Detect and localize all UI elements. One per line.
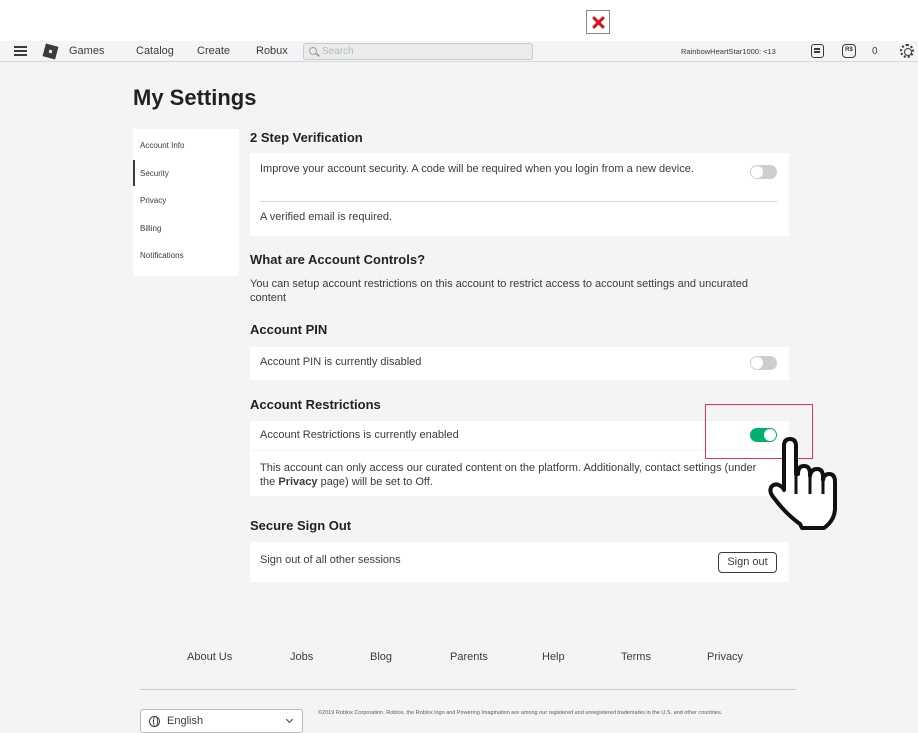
- info-text-after: page) will be set to Off.: [317, 476, 433, 488]
- account-controls-title: What are Account Controls?: [250, 252, 426, 267]
- divider: [260, 201, 777, 202]
- globe-icon: [149, 716, 160, 727]
- two-step-toggle[interactable]: [750, 165, 777, 179]
- chevron-down-icon: [285, 715, 294, 724]
- sidenav-active-indicator: [133, 160, 135, 186]
- account-restrictions-title: Account Restrictions: [250, 397, 381, 412]
- username[interactable]: RainbowHeartStar1000: <13: [681, 47, 776, 56]
- account-controls-description: You can setup account restrictions on th…: [250, 278, 748, 304]
- menu-icon[interactable]: [14, 46, 27, 56]
- secure-signout-title: Secure Sign Out: [250, 518, 352, 533]
- toggle-knob: [751, 357, 763, 369]
- two-step-description: Improve your account security. A code wi…: [260, 163, 694, 175]
- nav-link-catalog[interactable]: Catalog: [136, 45, 174, 57]
- account-pin-status: Account PIN is currently disabled: [260, 356, 422, 368]
- page-title: My Settings: [133, 85, 257, 110]
- nav-link-games[interactable]: Games: [69, 45, 104, 57]
- footer-link-blog[interactable]: Blog: [370, 651, 392, 663]
- two-step-note: A verified email is required.: [260, 211, 393, 223]
- privacy-link[interactable]: Privacy: [278, 476, 317, 488]
- gear-icon[interactable]: [900, 44, 914, 58]
- account-pin-card: Account PIN is currently disabled: [250, 347, 789, 380]
- footer-link-about-us[interactable]: About Us: [187, 651, 232, 663]
- language-label: English: [167, 715, 204, 727]
- sidebar-item-security[interactable]: Security: [140, 169, 169, 178]
- settings-sidenav: Account Info Security Privacy Billing No…: [133, 129, 239, 276]
- nav-link-create[interactable]: Create: [197, 45, 230, 57]
- search-input[interactable]: Search: [303, 43, 533, 60]
- sidebar-item-notifications[interactable]: Notifications: [140, 251, 184, 260]
- two-step-card: Improve your account security. A code wi…: [250, 153, 789, 236]
- footer-link-jobs[interactable]: Jobs: [290, 651, 313, 663]
- search-placeholder: Search: [322, 46, 354, 57]
- footer-link-help[interactable]: Help: [542, 651, 565, 663]
- secure-signout-description: Sign out of all other sessions: [260, 554, 401, 566]
- account-pin-title: Account PIN: [250, 322, 328, 337]
- sidebar-item-account-info[interactable]: Account Info: [140, 141, 184, 150]
- search-icon: [309, 47, 317, 55]
- roblox-logo-icon[interactable]: [42, 43, 59, 60]
- sidebar-item-privacy[interactable]: Privacy: [140, 196, 166, 205]
- copyright-text: ©2019 Roblox Corporation. Roblox, the Ro…: [318, 710, 723, 716]
- account-pin-toggle[interactable]: [750, 356, 777, 370]
- nav-link-robux[interactable]: Robux: [256, 45, 288, 57]
- footer-link-parents[interactable]: Parents: [450, 651, 488, 663]
- two-step-title: 2 Step Verification: [250, 130, 363, 145]
- footer-divider: [140, 689, 796, 690]
- messages-icon[interactable]: [811, 44, 824, 58]
- account-restrictions-info: This account can only access our curated…: [260, 461, 772, 489]
- footer-link-privacy[interactable]: Privacy: [707, 651, 743, 663]
- pointer-hand-icon: [768, 437, 837, 530]
- navbar: Games Catalog Create Robux Search Rainbo…: [0, 41, 918, 62]
- robux-count: 0: [872, 46, 878, 57]
- toggle-knob: [751, 166, 763, 178]
- sign-out-button[interactable]: Sign out: [718, 552, 777, 573]
- account-restrictions-status: Account Restrictions is currently enable…: [260, 429, 459, 441]
- sidebar-item-billing[interactable]: Billing: [140, 224, 161, 233]
- top-strip: [0, 0, 918, 41]
- secure-signout-card: Sign out of all other sessions: [250, 542, 789, 582]
- language-select[interactable]: English: [140, 709, 303, 733]
- footer-link-terms[interactable]: Terms: [621, 651, 651, 663]
- robux-icon[interactable]: R$: [842, 44, 856, 58]
- close-icon[interactable]: [586, 10, 610, 34]
